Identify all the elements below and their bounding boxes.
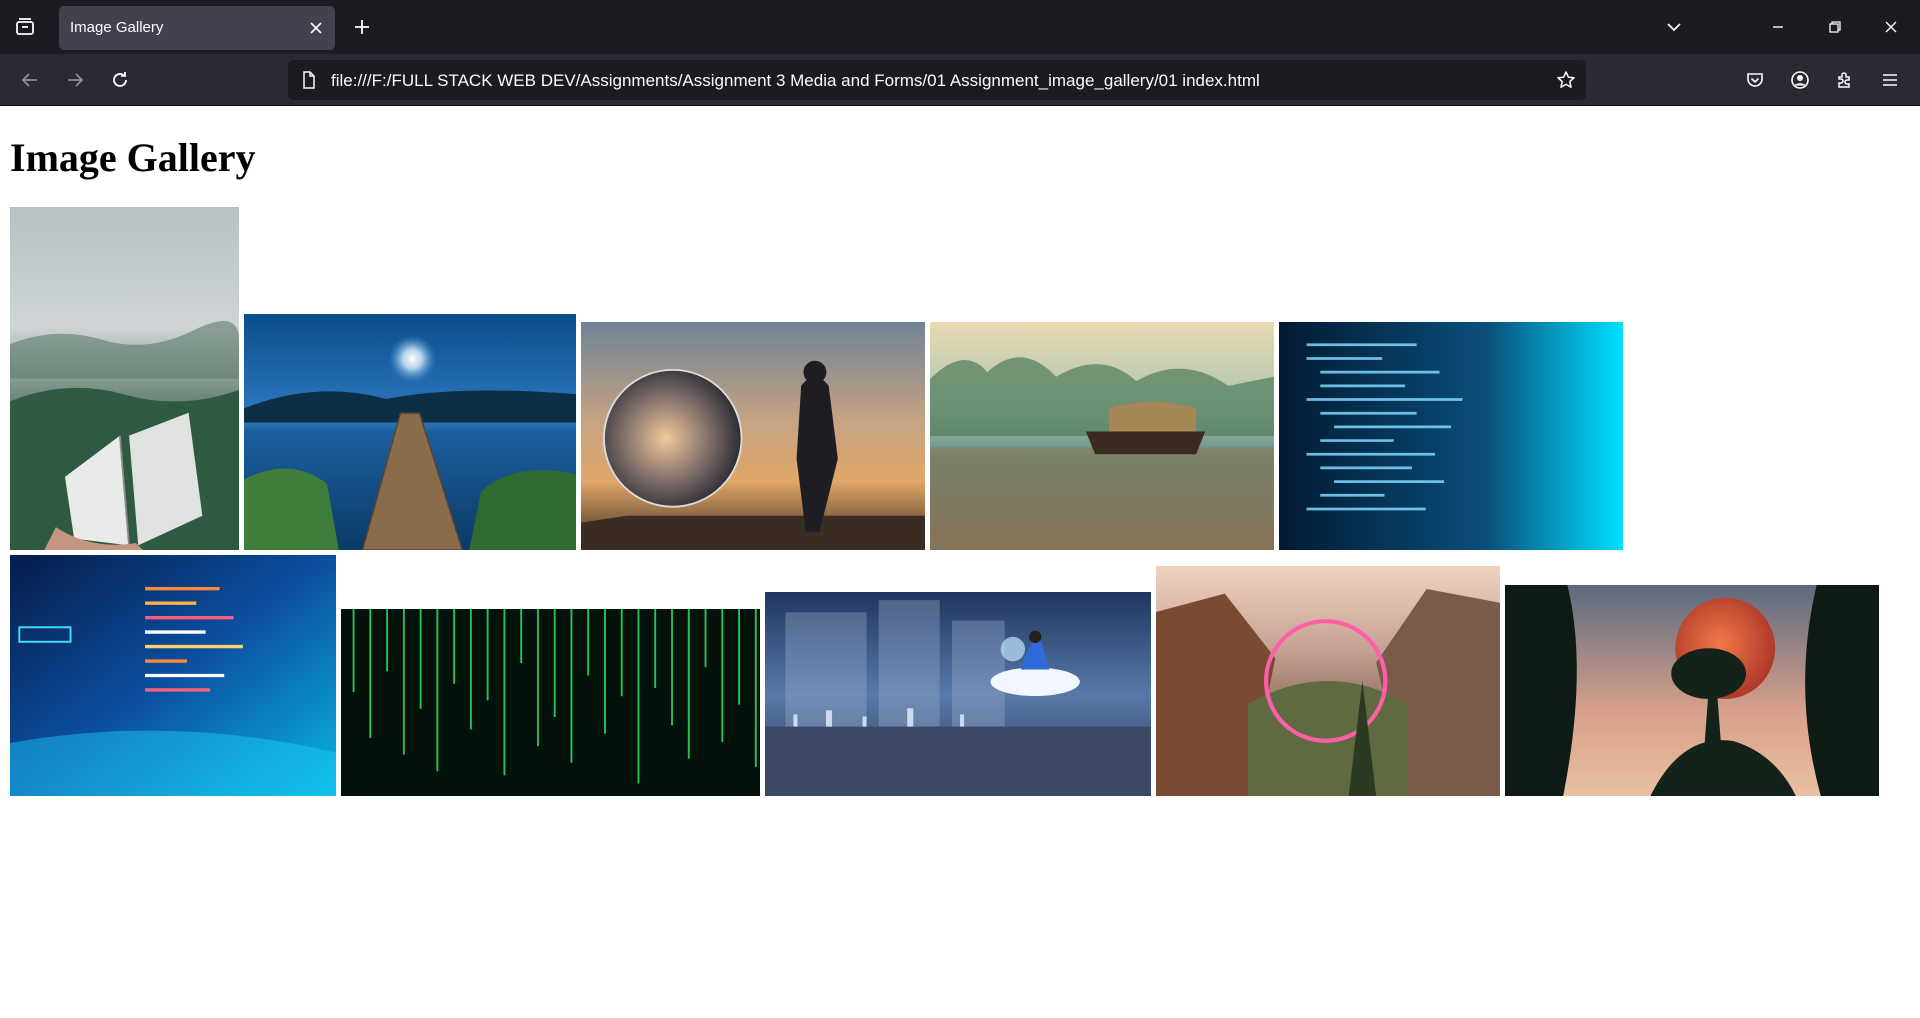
gallery-image-book-in-misty-forest (10, 207, 239, 550)
gallery-image-colorful-code-abstract (10, 555, 336, 796)
restore-window-icon[interactable] (1822, 14, 1848, 40)
minimize-window-icon[interactable] (1765, 14, 1791, 40)
page-file-icon (298, 69, 320, 91)
reload-icon[interactable] (107, 67, 133, 93)
pocket-icon[interactable] (1742, 67, 1768, 93)
tab-overview-icon[interactable] (12, 14, 38, 40)
gallery-image-green-matrix-rain (341, 609, 760, 796)
forward-arrow-icon[interactable] (62, 67, 88, 93)
address-bar[interactable]: file:///F:/FULL STACK WEB DEV/Assignment… (288, 60, 1586, 100)
list-tabs-chevron-down-icon[interactable] (1661, 14, 1687, 40)
gallery-image-lake-pier-moonlight (244, 314, 576, 550)
extensions-puzzle-icon[interactable] (1832, 67, 1858, 93)
page-title: Image Gallery (10, 135, 256, 180)
gallery-image-code-on-blue-screen (1279, 322, 1623, 550)
gallery-image-tree-under-red-moon (1505, 585, 1879, 796)
gallery-image-girl-on-cloud-city (765, 592, 1151, 796)
gallery-image-houseboat-backwaters (930, 322, 1274, 550)
menu-hamburger-icon[interactable] (1877, 67, 1903, 93)
navigation-toolbar: file:///F:/FULL STACK WEB DEV/Assignment… (0, 54, 1920, 106)
back-arrow-icon[interactable] (17, 67, 43, 93)
new-tab-icon[interactable] (349, 14, 375, 40)
gallery-image-neon-ring-valley (1156, 566, 1500, 796)
account-icon[interactable] (1787, 67, 1813, 93)
active-tab[interactable]: Image Gallery (59, 6, 335, 50)
bookmark-star-icon[interactable] (1554, 68, 1578, 92)
close-tab-icon[interactable] (305, 17, 327, 39)
url-text[interactable]: file:///F:/FULL STACK WEB DEV/Assignment… (331, 71, 1260, 91)
close-window-icon[interactable] (1878, 14, 1904, 40)
gallery-image-crystal-ball-sunset (581, 322, 925, 550)
tab-strip: Image Gallery (0, 0, 1920, 54)
tab-title: Image Gallery (70, 19, 164, 36)
toolbar-divider (0, 105, 1920, 106)
